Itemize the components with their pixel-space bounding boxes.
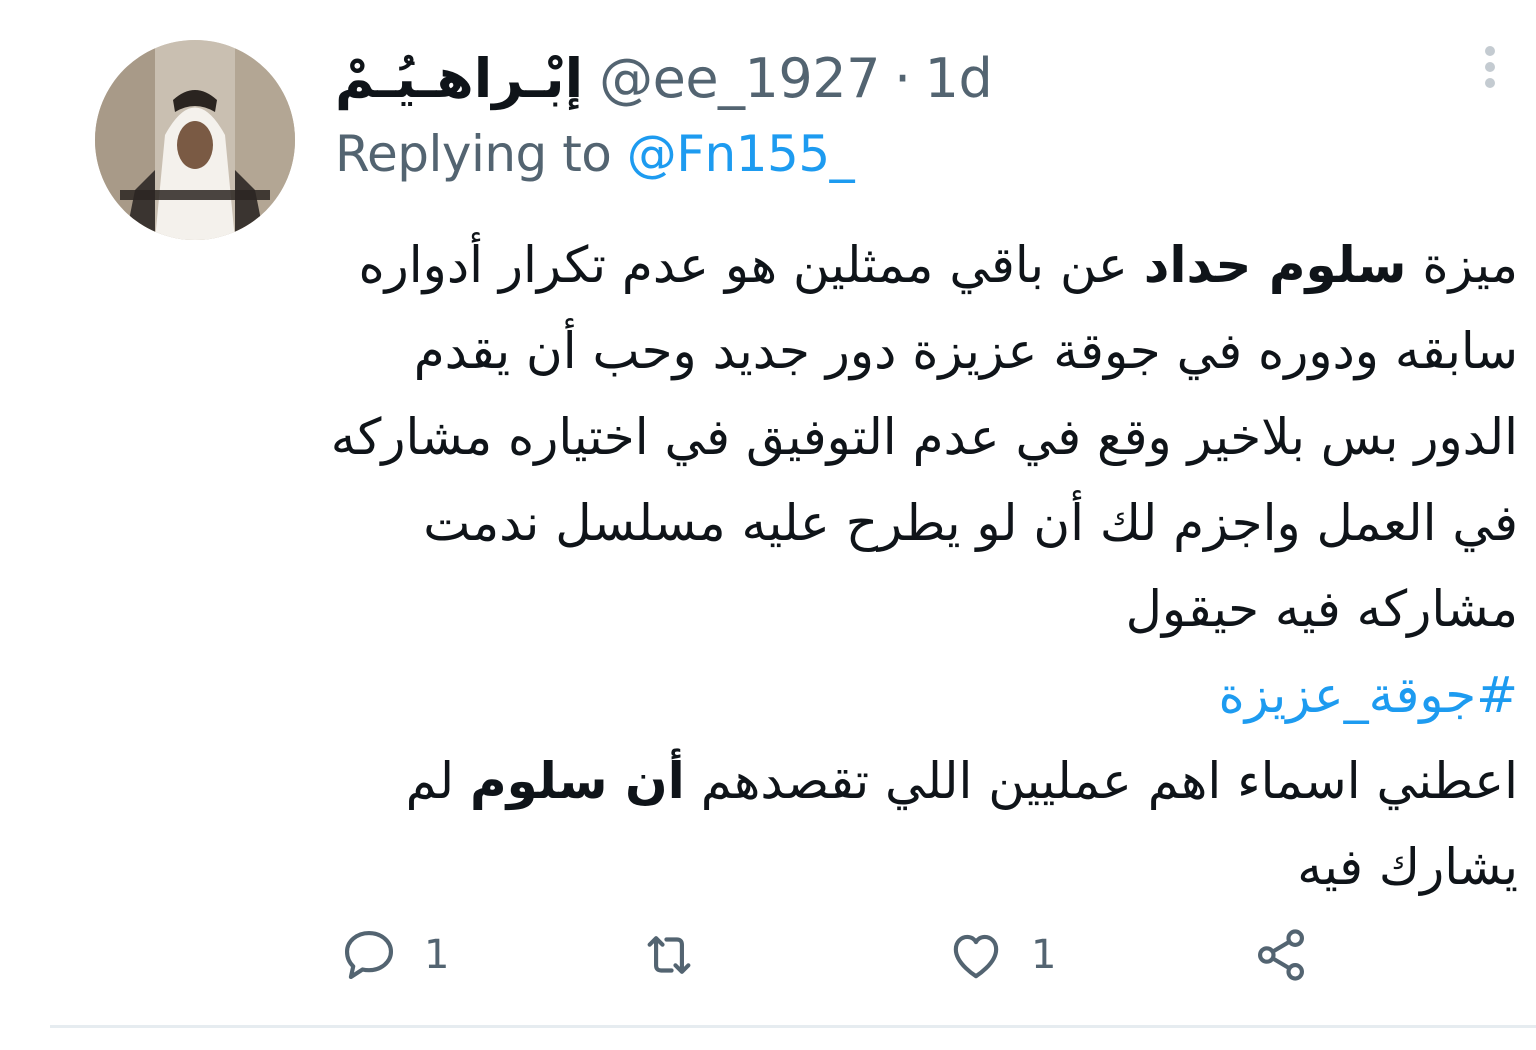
- hashtag-link[interactable]: #جوقة_عزيزة: [1219, 666, 1518, 724]
- avatar[interactable]: [95, 40, 295, 240]
- tweet-paragraph-3: اعطني اسماء اهم عمليين اللي تقصدهم أن سل…: [318, 738, 1518, 910]
- separator-dot: ·: [893, 46, 911, 110]
- tweet-paragraph-1: ميزة سلوم حداد عن باقي ممثلين هو عدم تكر…: [318, 222, 1518, 652]
- tweet-header: إبْـراهـيُـمْ @ee_1927 · 1d: [335, 38, 993, 118]
- tweet-paragraph-2: #جوقة_عزيزة: [318, 652, 1518, 738]
- tweet-text-bold: أن سلوم: [470, 752, 685, 810]
- tweet-actions: 1 1: [0, 915, 1536, 995]
- tweet-text-segment: اعطني اسماء اهم عمليين اللي تقصدهم: [684, 752, 1518, 810]
- heart-icon: [953, 934, 999, 979]
- reply-count: 1: [424, 932, 450, 978]
- share-button[interactable]: [1250, 915, 1312, 995]
- reply-bubble-icon: [344, 930, 394, 980]
- tweet-text: ميزة سلوم حداد عن باقي ممثلين هو عدم تكر…: [318, 222, 1518, 910]
- user-handle[interactable]: @ee_1927: [599, 47, 880, 110]
- like-count: 1: [1031, 932, 1057, 978]
- more-vertical-icon[interactable]: [1470, 42, 1510, 92]
- retweet-icon: [647, 936, 691, 974]
- divider: [50, 1025, 1536, 1028]
- replying-prefix: Replying to: [335, 125, 612, 183]
- tweet-text-segment: ميزة: [1406, 236, 1518, 294]
- tweet-text-bold: سلوم حداد: [1143, 236, 1407, 294]
- tweet-timestamp[interactable]: 1d: [925, 47, 993, 110]
- replying-to-handle[interactable]: @Fn155_: [627, 125, 855, 183]
- share-icon: [1258, 929, 1304, 981]
- retweet-button[interactable]: [638, 915, 700, 995]
- replying-to: Replying to @Fn155_: [335, 125, 855, 183]
- tweet-text-segment: عن باقي ممثلين هو عدم تكرار أدواره سابقه…: [330, 236, 1518, 638]
- reply-button[interactable]: 1: [338, 915, 449, 995]
- avatar-photo: [95, 40, 295, 240]
- like-button[interactable]: 1: [945, 915, 1056, 995]
- display-name[interactable]: إبْـراهـيُـمْ: [335, 47, 584, 110]
